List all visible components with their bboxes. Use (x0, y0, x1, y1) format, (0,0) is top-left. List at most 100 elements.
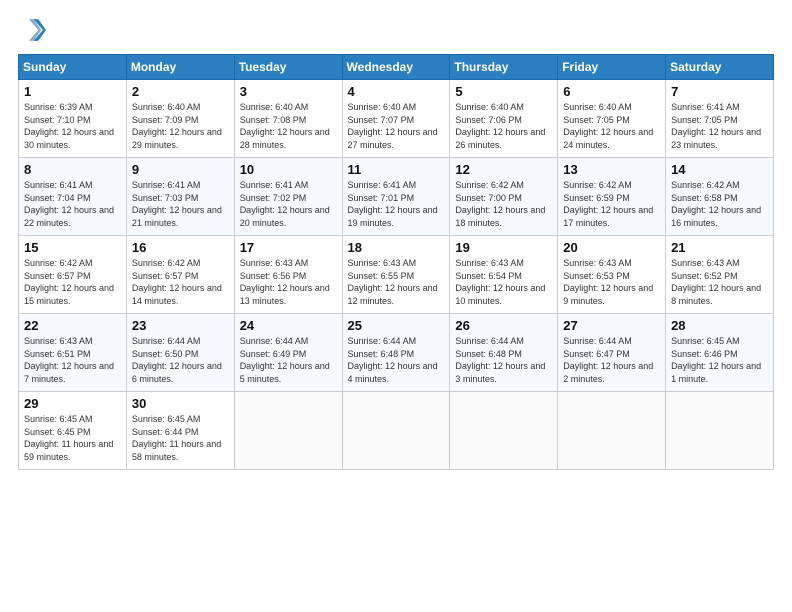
day-number: 30 (132, 396, 229, 411)
calendar-cell: 8 Sunrise: 6:41 AMSunset: 7:04 PMDaylight… (19, 158, 127, 236)
calendar-week-row: 22 Sunrise: 6:43 AMSunset: 6:51 PMDayligh… (19, 314, 774, 392)
day-number: 21 (671, 240, 768, 255)
cell-info: Sunrise: 6:40 AMSunset: 7:06 PMDaylight:… (455, 101, 552, 151)
cell-info: Sunrise: 6:44 AMSunset: 6:50 PMDaylight:… (132, 335, 229, 385)
calendar-cell (666, 392, 774, 470)
day-number: 20 (563, 240, 660, 255)
page-header (18, 16, 774, 44)
col-thursday: Thursday (450, 55, 558, 80)
calendar-cell: 18 Sunrise: 6:43 AMSunset: 6:55 PMDayligh… (342, 236, 450, 314)
day-number: 24 (240, 318, 337, 333)
cell-info: Sunrise: 6:44 AMSunset: 6:48 PMDaylight:… (455, 335, 552, 385)
calendar-week-row: 8 Sunrise: 6:41 AMSunset: 7:04 PMDaylight… (19, 158, 774, 236)
day-number: 29 (24, 396, 121, 411)
calendar-cell: 15Sunrise: 6:42 AMSunset: 6:57 PMDayligh… (19, 236, 127, 314)
logo (18, 16, 50, 44)
day-number: 1 (24, 84, 121, 99)
day-number: 23 (132, 318, 229, 333)
cell-info: Sunrise: 6:40 AMSunset: 7:07 PMDaylight:… (348, 101, 445, 151)
calendar-cell: 12 Sunrise: 6:42 AMSunset: 7:00 PMDayligh… (450, 158, 558, 236)
cell-info: Sunrise: 6:42 AMSunset: 7:00 PMDaylight:… (455, 179, 552, 229)
calendar-cell: 28 Sunrise: 6:45 AMSunset: 6:46 PMDayligh… (666, 314, 774, 392)
calendar-page: Sunday Monday Tuesday Wednesday Thursday… (0, 0, 792, 612)
day-number: 18 (348, 240, 445, 255)
day-number: 9 (132, 162, 229, 177)
day-number: 19 (455, 240, 552, 255)
col-monday: Monday (126, 55, 234, 80)
cell-info: Sunrise: 6:42 AMSunset: 6:58 PMDaylight:… (671, 179, 768, 229)
calendar-cell: 6 Sunrise: 6:40 AMSunset: 7:05 PMDaylight… (558, 80, 666, 158)
cell-info: Sunrise: 6:39 AMSunset: 7:10 PMDaylight:… (24, 101, 121, 151)
calendar-cell: 9 Sunrise: 6:41 AMSunset: 7:03 PMDaylight… (126, 158, 234, 236)
day-number: 15 (24, 240, 121, 255)
day-number: 25 (348, 318, 445, 333)
calendar-cell: 3Sunrise: 6:40 AMSunset: 7:08 PMDaylight… (234, 80, 342, 158)
calendar-cell: 22 Sunrise: 6:43 AMSunset: 6:51 PMDayligh… (19, 314, 127, 392)
cell-info: Sunrise: 6:42 AMSunset: 6:57 PMDaylight:… (132, 257, 229, 307)
cell-info: Sunrise: 6:43 AMSunset: 6:51 PMDaylight:… (24, 335, 121, 385)
calendar-cell: 11 Sunrise: 6:41 AMSunset: 7:01 PMDayligh… (342, 158, 450, 236)
cell-info: Sunrise: 6:41 AMSunset: 7:02 PMDaylight:… (240, 179, 337, 229)
calendar-cell: 4 Sunrise: 6:40 AMSunset: 7:07 PMDaylight… (342, 80, 450, 158)
cell-info: Sunrise: 6:45 AMSunset: 6:44 PMDaylight:… (132, 413, 229, 463)
day-number: 11 (348, 162, 445, 177)
cell-info: Sunrise: 6:43 AMSunset: 6:55 PMDaylight:… (348, 257, 445, 307)
cell-info: Sunrise: 6:41 AMSunset: 7:03 PMDaylight:… (132, 179, 229, 229)
col-friday: Friday (558, 55, 666, 80)
calendar-cell: 7 Sunrise: 6:41 AMSunset: 7:05 PMDaylight… (666, 80, 774, 158)
day-number: 2 (132, 84, 229, 99)
calendar-week-row: 15 Sunrise: 6:42 AMSunset: 6:57 PMDayligh… (19, 236, 774, 314)
col-wednesday: Wednesday (342, 55, 450, 80)
calendar-cell: 1 Sunrise: 6:39 AMSunset: 7:10 PMDaylight… (19, 80, 127, 158)
cell-info: Sunrise: 6:45 AMSunset: 6:45 PMDaylight:… (24, 413, 121, 463)
cell-info: Sunrise: 6:42 AMSunset: 6:59 PMDaylight:… (563, 179, 660, 229)
calendar-cell: 23 Sunrise: 6:44 AMSunset: 6:50 PMDayligh… (126, 314, 234, 392)
col-sunday: Sunday (19, 55, 127, 80)
day-number: 8 (24, 162, 121, 177)
calendar-cell: 25 Sunrise: 6:44 AMSunset: 6:48 PMDayligh… (342, 314, 450, 392)
cell-info: Sunrise: 6:44 AMSunset: 6:47 PMDaylight:… (563, 335, 660, 385)
calendar-cell (234, 392, 342, 470)
col-tuesday: Tuesday (234, 55, 342, 80)
day-number: 17 (240, 240, 337, 255)
day-number: 28 (671, 318, 768, 333)
day-number: 6 (563, 84, 660, 99)
cell-info: Sunrise: 6:43 AMSunset: 6:53 PMDaylight:… (563, 257, 660, 307)
calendar-cell: 21 Sunrise: 6:43 AMSunset: 6:52 PMDayligh… (666, 236, 774, 314)
day-number: 13 (563, 162, 660, 177)
day-number: 16 (132, 240, 229, 255)
logo-icon (18, 16, 46, 44)
calendar-cell: 27 Sunrise: 6:44 AMSunset: 6:47 PMDayligh… (558, 314, 666, 392)
cell-info: Sunrise: 6:41 AMSunset: 7:04 PMDaylight:… (24, 179, 121, 229)
cell-info: Sunrise: 6:43 AMSunset: 6:54 PMDaylight:… (455, 257, 552, 307)
calendar-cell: 26 Sunrise: 6:44 AMSunset: 6:48 PMDayligh… (450, 314, 558, 392)
calendar-cell: 13 Sunrise: 6:42 AMSunset: 6:59 PMDayligh… (558, 158, 666, 236)
day-number: 12 (455, 162, 552, 177)
cell-info: Sunrise: 6:44 AMSunset: 6:48 PMDaylight:… (348, 335, 445, 385)
cell-info: Sunrise: 6:45 AMSunset: 6:46 PMDaylight:… (671, 335, 768, 385)
col-saturday: Saturday (666, 55, 774, 80)
calendar-cell: 14 Sunrise: 6:42 AMSunset: 6:58 PMDayligh… (666, 158, 774, 236)
header-row: Sunday Monday Tuesday Wednesday Thursday… (19, 55, 774, 80)
day-number: 4 (348, 84, 445, 99)
day-number: 26 (455, 318, 552, 333)
day-number: 10 (240, 162, 337, 177)
day-number: 14 (671, 162, 768, 177)
calendar-cell: 30 Sunrise: 6:45 AMSunset: 6:44 PMDayligh… (126, 392, 234, 470)
calendar-week-row: 29 Sunrise: 6:45 AMSunset: 6:45 PMDayligh… (19, 392, 774, 470)
cell-info: Sunrise: 6:40 AMSunset: 7:05 PMDaylight:… (563, 101, 660, 151)
cell-info: Sunrise: 6:41 AMSunset: 7:05 PMDaylight:… (671, 101, 768, 151)
cell-info: Sunrise: 6:41 AMSunset: 7:01 PMDaylight:… (348, 179, 445, 229)
day-number: 7 (671, 84, 768, 99)
calendar-cell: 2Sunrise: 6:40 AMSunset: 7:09 PMDaylight… (126, 80, 234, 158)
calendar-cell: 20 Sunrise: 6:43 AMSunset: 6:53 PMDayligh… (558, 236, 666, 314)
calendar-cell: 5 Sunrise: 6:40 AMSunset: 7:06 PMDaylight… (450, 80, 558, 158)
day-number: 5 (455, 84, 552, 99)
cell-info: Sunrise: 6:43 AMSunset: 6:52 PMDaylight:… (671, 257, 768, 307)
calendar-cell: 16 Sunrise: 6:42 AMSunset: 6:57 PMDayligh… (126, 236, 234, 314)
cell-info: Sunrise: 6:44 AMSunset: 6:49 PMDaylight:… (240, 335, 337, 385)
day-number: 22 (24, 318, 121, 333)
calendar-cell: 10 Sunrise: 6:41 AMSunset: 7:02 PMDayligh… (234, 158, 342, 236)
day-number: 27 (563, 318, 660, 333)
calendar-cell (342, 392, 450, 470)
